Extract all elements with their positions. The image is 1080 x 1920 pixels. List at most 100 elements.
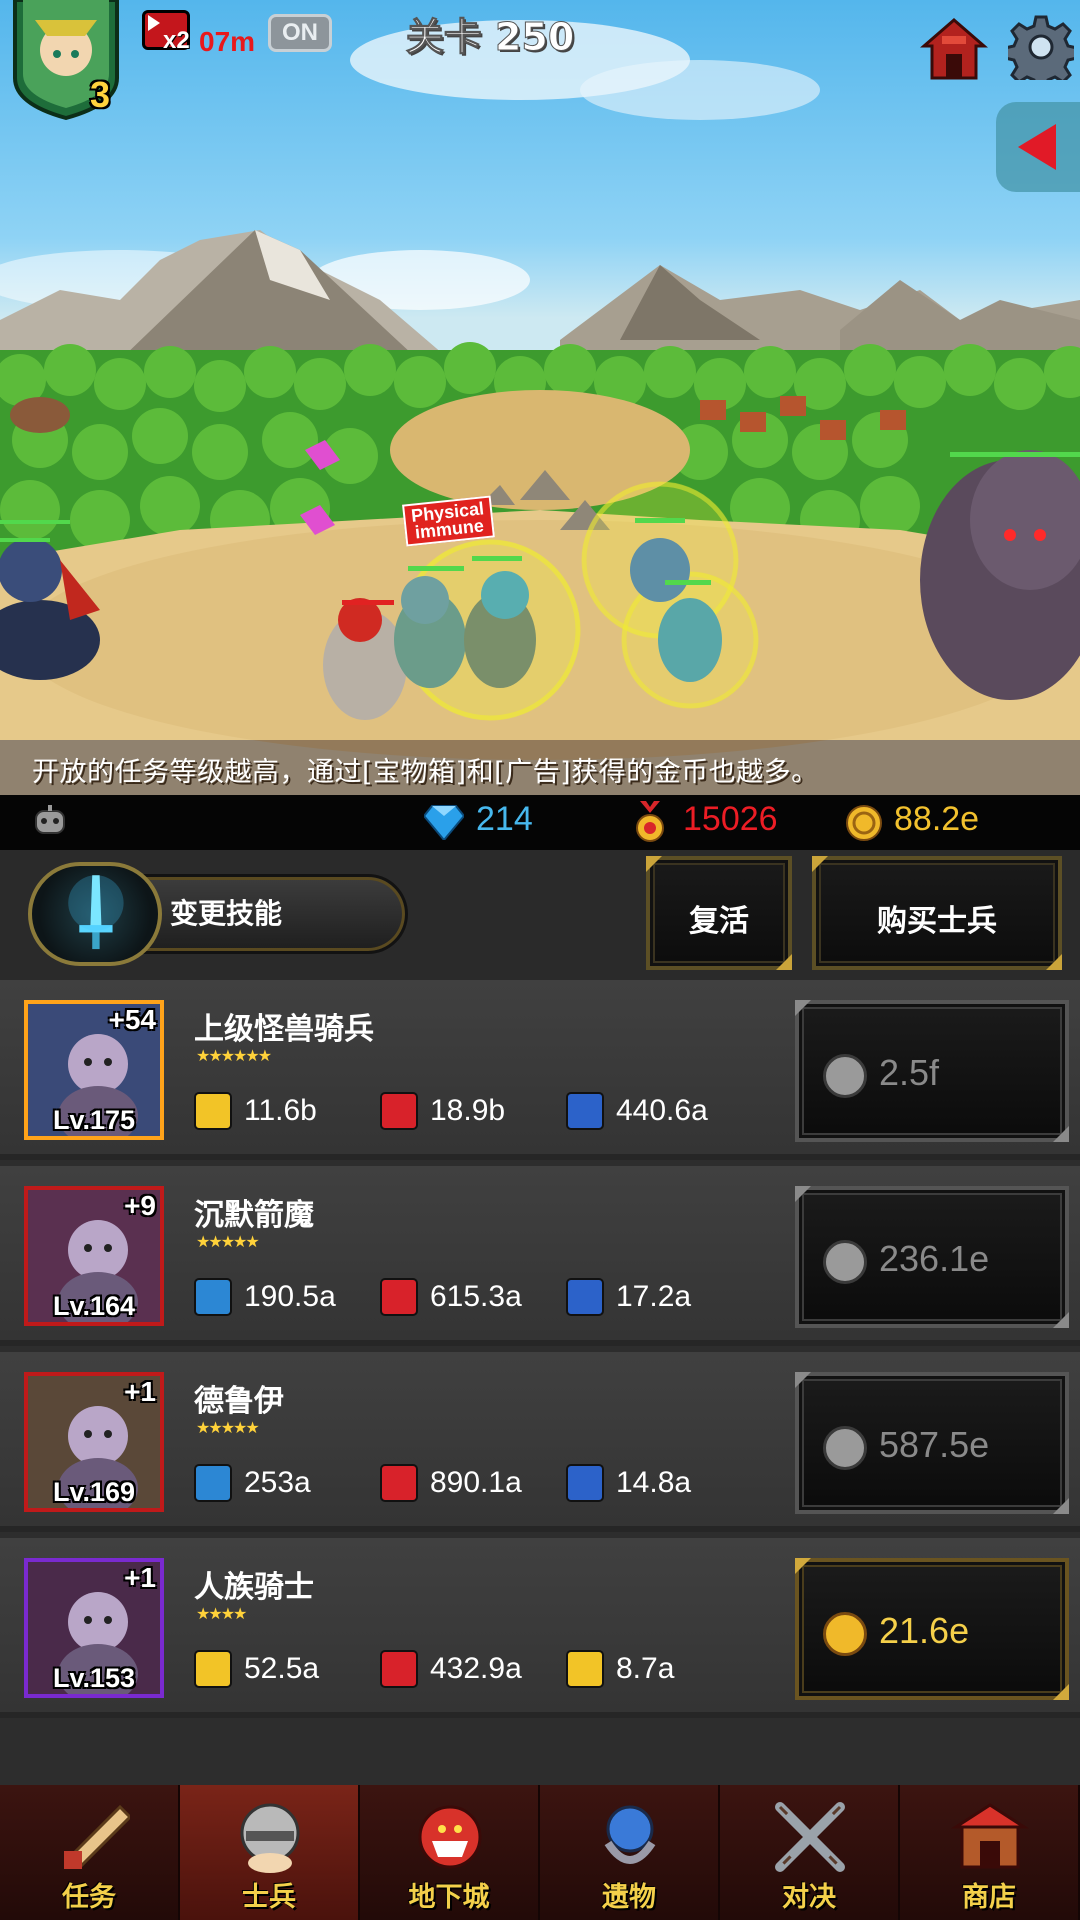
bottom-nav: 任务 士兵 地下城 遗物 对决 商店 xyxy=(0,1785,1080,1920)
battlefield-illustration xyxy=(0,20,1080,760)
soldier-name: 德鲁伊 xyxy=(194,1384,284,1419)
soldier-name: 人族骑士 xyxy=(194,1570,314,1605)
shield-icon xyxy=(566,1092,604,1130)
change-skill-button[interactable]: 变更技能 xyxy=(28,862,408,966)
heart-icon xyxy=(380,1464,418,1502)
upgrade-price: 21.6e xyxy=(879,1610,970,1651)
soldier-plus: +1 xyxy=(124,1562,156,1593)
nav-tab-1[interactable]: 士兵 xyxy=(180,1785,360,1920)
action-row: 变更技能 复活 购买士兵 xyxy=(0,850,1080,980)
side-panel-toggle[interactable] xyxy=(996,102,1080,192)
tip-text: 开放的任务等级越高，通过[宝物箱]和[广告]获得的金币也越多。 xyxy=(32,757,819,788)
resource-bar: 214 15026 88.2e xyxy=(0,795,1080,850)
shop-icon xyxy=(950,1803,1030,1869)
revive-label: 复活 xyxy=(689,904,749,939)
battle-scene: 3 x2 07m ON 关卡 250 Physical immune 开放的任务 xyxy=(0,0,1080,795)
stat-value: 615.3a xyxy=(430,1280,522,1313)
stat-value: 17.2a xyxy=(616,1280,692,1313)
speed-timer: 07m xyxy=(199,26,256,57)
soldier-name: 上级怪兽骑兵 xyxy=(194,1012,374,1047)
nav-tab-label: 商店 xyxy=(962,1882,1016,1913)
soldier-level: Lv.169 xyxy=(52,1477,136,1507)
soldier-portrait[interactable]: +1 Lv.169 xyxy=(24,1372,164,1512)
soldier-stars: ★★★★★ xyxy=(196,1418,260,1437)
shield-icon xyxy=(566,1650,604,1688)
soldier-name: 沉默箭魔 xyxy=(194,1198,314,1233)
gear-icon[interactable] xyxy=(1008,14,1074,80)
soldier-level: Lv.175 xyxy=(52,1105,136,1135)
sword-skill-icon xyxy=(28,862,162,966)
gold-coin-icon xyxy=(846,805,882,841)
player-level: 3 xyxy=(89,74,111,115)
soldier-row[interactable]: +1 Lv.153 人族骑士 ★★★★ 52.5a 432.9a 8.7a 21… xyxy=(0,1538,1080,1718)
stat-value: 253a xyxy=(244,1466,311,1499)
upgrade-button[interactable]: 21.6e xyxy=(795,1558,1069,1700)
nav-tab-2[interactable]: 地下城 xyxy=(360,1785,540,1920)
upgrade-button[interactable]: 236.1e xyxy=(795,1186,1069,1328)
soldier-row[interactable]: +1 Lv.169 德鲁伊 ★★★★★ 253a 890.1a 14.8a 58… xyxy=(0,1352,1080,1532)
stage-title: 关卡 250 xyxy=(405,15,575,60)
attack-sword-icon xyxy=(194,1650,232,1688)
stat-value: 14.8a xyxy=(616,1466,692,1499)
coin-icon xyxy=(823,1612,867,1656)
stat-value: 8.7a xyxy=(616,1652,675,1685)
soldier-portrait[interactable]: +1 Lv.153 xyxy=(24,1558,164,1698)
magic-wand-icon xyxy=(194,1464,232,1502)
heart-icon xyxy=(380,1278,418,1316)
revive-button[interactable]: 复活 xyxy=(646,856,792,970)
speed-toggle[interactable]: ON xyxy=(268,14,332,52)
speed-boost-button[interactable]: x2 xyxy=(142,10,190,54)
nav-tab-label: 地下城 xyxy=(408,1882,490,1913)
buy-soldier-label: 购买士兵 xyxy=(877,904,997,939)
buy-soldier-button[interactable]: 购买士兵 xyxy=(812,856,1062,970)
heart-icon xyxy=(380,1092,418,1130)
relic-orb-icon xyxy=(604,1805,656,1864)
soldier-plus: +9 xyxy=(124,1190,156,1221)
nav-tab-label: 对决 xyxy=(782,1882,836,1913)
nav-tab-label: 任务 xyxy=(62,1882,116,1913)
shield-icon xyxy=(566,1278,604,1316)
stat-value: 11.6b xyxy=(244,1094,317,1127)
nav-tab-4[interactable]: 对决 xyxy=(720,1785,900,1920)
soldier-list: +54 Lv.175 上级怪兽骑兵 ★★★★★★ 11.6b 18.9b 440… xyxy=(0,980,1080,1785)
coin-icon xyxy=(823,1240,867,1284)
home-icon[interactable] xyxy=(920,16,988,84)
game-screen: 3 x2 07m ON 关卡 250 Physical immune 开放的任务 xyxy=(0,0,1080,1920)
medal-count: 15026 xyxy=(683,800,778,838)
heart-icon xyxy=(380,1650,418,1688)
stat-value: 190.5a xyxy=(244,1280,336,1313)
change-skill-label: 变更技能 xyxy=(170,897,283,930)
soldier-plus: +54 xyxy=(108,1004,157,1035)
stat-value: 890.1a xyxy=(430,1466,522,1499)
soldier-portrait[interactable]: +54 Lv.175 xyxy=(24,1000,164,1140)
soldier-stars: ★★★★★★ xyxy=(196,1046,272,1065)
robot-helper-icon[interactable] xyxy=(30,803,70,841)
soldier-level: Lv.153 xyxy=(52,1663,136,1693)
stat-value: 52.5a xyxy=(244,1652,320,1685)
side-panel-arrow-icon xyxy=(1018,124,1056,170)
nav-tab-label: 遗物 xyxy=(602,1882,656,1913)
stat-value: 440.6a xyxy=(616,1094,708,1127)
gem-count: 214 xyxy=(476,800,533,838)
soldier-portrait[interactable]: +9 Lv.164 xyxy=(24,1186,164,1326)
soldier-stars: ★★★★ xyxy=(196,1604,247,1623)
nav-tab-label: 士兵 xyxy=(242,1882,296,1913)
upgrade-button[interactable]: 587.5e xyxy=(795,1372,1069,1514)
upgrade-button[interactable]: 2.5f xyxy=(795,1000,1069,1142)
scroll-icon xyxy=(64,1804,130,1870)
status-tag-line2: immune xyxy=(413,515,485,543)
soldier-helmet-icon xyxy=(240,1803,300,1873)
shield-icon xyxy=(566,1464,604,1502)
gold-count: 88.2e xyxy=(894,800,980,838)
crossed-swords-icon xyxy=(775,1802,845,1872)
nav-tab-0[interactable]: 任务 xyxy=(0,1785,180,1920)
nav-tab-5[interactable]: 商店 xyxy=(900,1785,1080,1920)
nav-tab-3[interactable]: 遗物 xyxy=(540,1785,720,1920)
speed-boost-icon xyxy=(148,15,160,31)
upgrade-price: 2.5f xyxy=(879,1052,940,1093)
stat-value: 18.9b xyxy=(430,1094,506,1127)
attack-sword-icon xyxy=(194,1092,232,1130)
soldier-row[interactable]: +54 Lv.175 上级怪兽骑兵 ★★★★★★ 11.6b 18.9b 440… xyxy=(0,980,1080,1160)
soldier-row[interactable]: +9 Lv.164 沉默箭魔 ★★★★★ 190.5a 615.3a 17.2a… xyxy=(0,1166,1080,1346)
coin-icon xyxy=(823,1054,867,1098)
